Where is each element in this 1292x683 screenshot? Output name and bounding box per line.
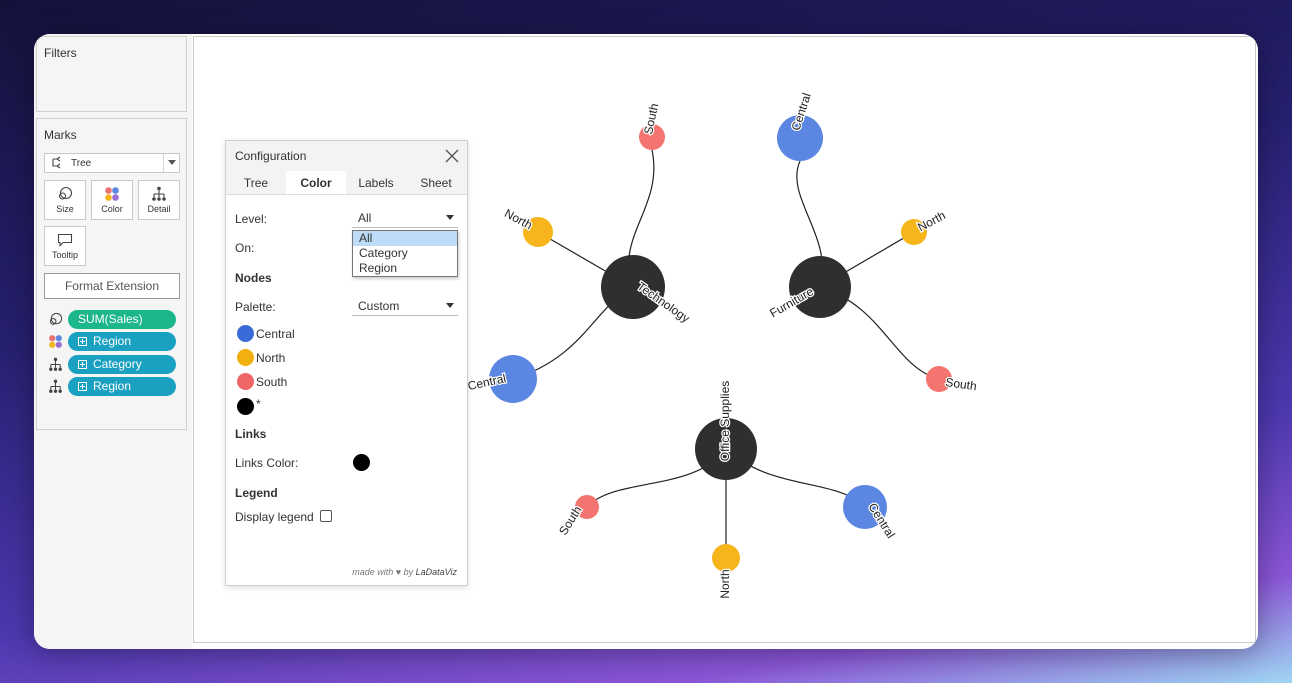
swatch-central[interactable] <box>237 325 254 342</box>
size-button-label: Size <box>56 204 74 214</box>
config-header: Configuration <box>226 141 467 171</box>
chevron-down-icon <box>446 303 454 308</box>
detail-icon <box>47 378 63 394</box>
level-label: Level: <box>235 212 268 226</box>
format-extension-button[interactable]: Format Extension <box>44 273 180 299</box>
palette-selected-value: Custom <box>358 298 400 313</box>
plus-icon[interactable] <box>78 336 87 346</box>
size-icon <box>47 311 63 327</box>
tooltip-button[interactable]: Tooltip <box>44 226 86 266</box>
swatch-north[interactable] <box>237 349 254 366</box>
level-option-all[interactable]: All <box>353 231 457 246</box>
links-color-label: Links Color: <box>235 456 299 470</box>
size-icon <box>58 186 73 200</box>
pill-label: SUM(Sales) <box>78 312 143 326</box>
tab-tree[interactable]: Tree <box>226 171 286 194</box>
legend-heading: Legend <box>235 486 278 500</box>
marks-title: Marks <box>44 128 77 142</box>
color-icon <box>47 333 63 349</box>
tree-node-label: South <box>945 375 978 393</box>
tab-labels[interactable]: Labels <box>346 171 406 194</box>
pill-label: Region <box>93 334 132 348</box>
pill-row-sales: SUM(Sales) <box>47 309 179 329</box>
swatch-label-default: * <box>256 397 261 411</box>
config-title: Configuration <box>235 149 307 163</box>
detail-icon <box>47 356 63 372</box>
viz-canvas[interactable]: South North Central Technology Central North S… <box>193 36 1256 643</box>
swatch-south[interactable] <box>237 373 254 390</box>
chevron-down-icon[interactable] <box>163 154 179 172</box>
app-window: Filters Marks Tree Size Color Detail Too… <box>34 34 1258 649</box>
links-color-swatch[interactable] <box>353 454 370 471</box>
tree-root-label: Office Supplies <box>718 381 732 462</box>
pill-label: Category <box>93 357 142 371</box>
credit-prefix: made with ♥ by <box>352 567 416 577</box>
filters-shelf[interactable]: Filters <box>36 36 187 112</box>
sum-sales-pill[interactable]: SUM(Sales) <box>68 309 176 329</box>
plus-icon[interactable] <box>78 381 87 391</box>
tree-node-label: North <box>502 206 534 232</box>
tooltip-icon <box>57 233 73 247</box>
palette-label: Palette: <box>235 300 276 314</box>
marks-card: Marks Tree Size Color Detail Tooltip For… <box>36 118 187 430</box>
level-option-category[interactable]: Category <box>353 246 457 261</box>
detail-button[interactable]: Detail <box>138 180 180 220</box>
category-detail-pill[interactable]: Category <box>68 354 176 374</box>
region-detail-pill[interactable]: Region <box>68 376 176 396</box>
tree-node-north[interactable] <box>712 544 740 572</box>
level-selected-value: All <box>358 210 372 225</box>
swatch-label-south: South <box>256 375 288 389</box>
pill-row-region-color: Region <box>47 331 179 351</box>
pill-row-region-detail: Region <box>47 376 179 396</box>
color-icon <box>105 187 119 201</box>
chevron-down-icon <box>446 215 454 220</box>
size-button[interactable]: Size <box>44 180 86 220</box>
level-select[interactable]: All <box>352 208 458 228</box>
display-legend-label: Display legend <box>235 510 314 524</box>
display-legend-checkbox[interactable] <box>320 510 332 522</box>
on-label: On: <box>235 241 255 255</box>
credit-brand: LaDataViz <box>415 567 457 577</box>
tooltip-button-label: Tooltip <box>51 250 78 260</box>
swatch-default[interactable] <box>237 398 254 415</box>
close-icon[interactable] <box>445 149 459 163</box>
region-color-pill[interactable]: Region <box>68 331 176 351</box>
swatch-label-north: North <box>256 351 286 365</box>
filters-title: Filters <box>44 46 77 60</box>
pill-label: Region <box>93 379 132 393</box>
level-option-region[interactable]: Region <box>353 261 457 276</box>
color-button[interactable]: Color <box>91 180 133 220</box>
swatch-label-central: Central <box>256 327 295 341</box>
tree-node-label: North <box>915 208 947 234</box>
tab-sheet[interactable]: Sheet <box>406 171 466 194</box>
color-button-label: Color <box>101 204 123 214</box>
config-tabs: Tree Color Labels Sheet <box>226 171 467 195</box>
configuration-panel: Configuration Tree Color Labels Sheet Le… <box>225 140 468 586</box>
plus-icon[interactable] <box>78 359 87 369</box>
tab-color[interactable]: Color <box>286 171 346 194</box>
mark-type-label: Tree <box>71 157 92 169</box>
tree-node-label: South <box>556 504 584 538</box>
pill-row-category-detail: Category <box>47 354 179 374</box>
detail-icon <box>152 186 166 201</box>
tree-node-label: North <box>718 569 732 598</box>
mark-type-dropdown[interactable]: Tree <box>44 153 180 173</box>
nodes-heading: Nodes <box>235 271 272 285</box>
tree-mark-icon <box>52 156 61 169</box>
detail-button-label: Detail <box>147 204 171 214</box>
palette-select[interactable]: Custom <box>352 296 458 316</box>
links-heading: Links <box>235 427 267 441</box>
left-sidebar: Filters Marks Tree Size Color Detail Too… <box>34 34 192 649</box>
tree-root-node[interactable] <box>789 256 851 318</box>
level-dropdown-list: All Category Region <box>352 230 458 277</box>
credit-line: made with ♥ by LaDataViz <box>352 567 457 577</box>
